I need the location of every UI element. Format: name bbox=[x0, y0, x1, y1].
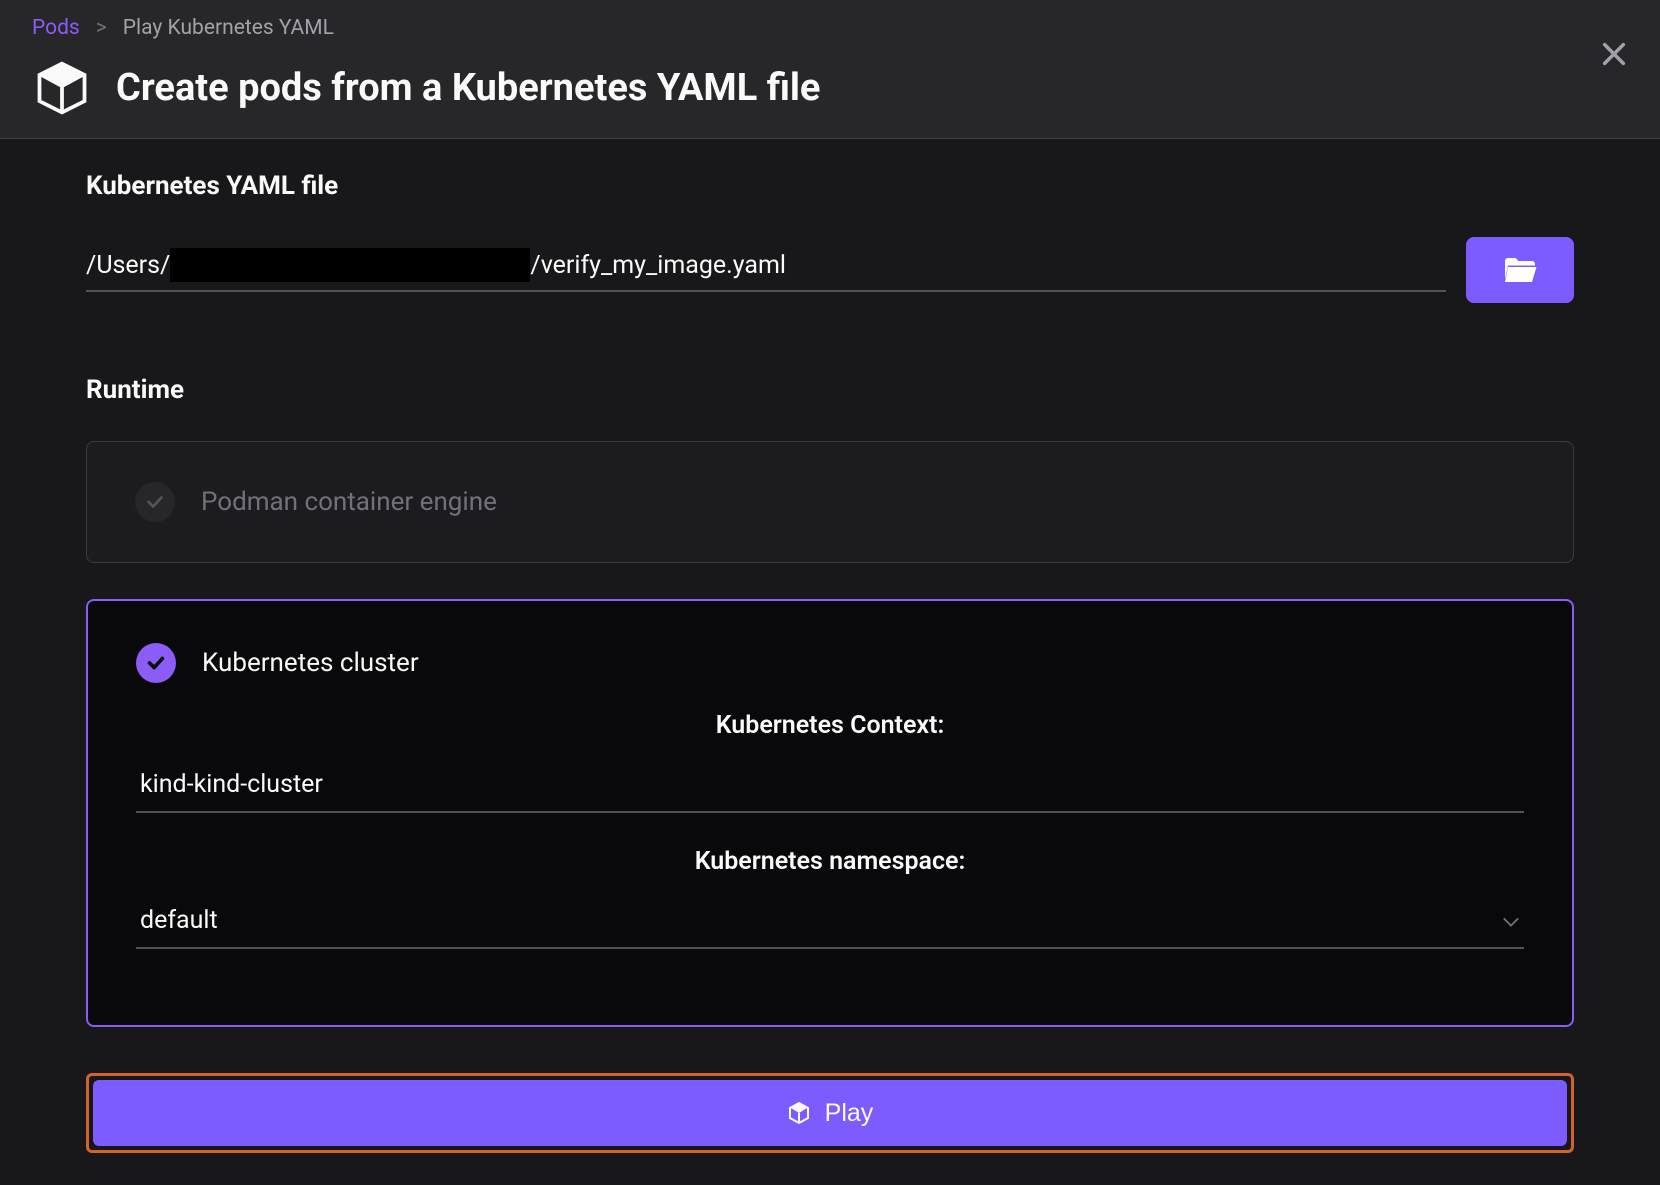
breadcrumb-current: Play Kubernetes YAML bbox=[123, 16, 334, 40]
kubernetes-sub-fields: Kubernetes Context: kind-kind-cluster Ku… bbox=[136, 711, 1524, 949]
yaml-file-input[interactable]: /Users/ /verify_my_image.yaml bbox=[86, 248, 1446, 292]
runtime-label: Runtime bbox=[86, 375, 1574, 405]
podman-option-label: Podman container engine bbox=[201, 487, 497, 517]
yaml-path-prefix: /Users/ bbox=[86, 251, 170, 280]
header-bar: Pods > Play Kubernetes YAML Create pods … bbox=[0, 0, 1660, 139]
play-button-label: Play bbox=[825, 1099, 874, 1128]
play-button-highlight: Play bbox=[86, 1073, 1574, 1153]
folder-open-icon bbox=[1502, 255, 1538, 285]
play-button[interactable]: Play bbox=[93, 1080, 1567, 1146]
breadcrumb: Pods > Play Kubernetes YAML bbox=[32, 16, 1628, 40]
k8s-context-label: Kubernetes Context: bbox=[136, 711, 1524, 740]
check-icon bbox=[145, 652, 167, 674]
breadcrumb-separator: > bbox=[96, 16, 107, 40]
k8s-context-input[interactable]: kind-kind-cluster bbox=[136, 762, 1524, 813]
close-button[interactable] bbox=[1600, 40, 1628, 68]
yaml-path-suffix: /verify_my_image.yaml bbox=[530, 251, 786, 280]
page-title: Create pods from a Kubernetes YAML file bbox=[116, 66, 820, 110]
k8s-namespace-value: default bbox=[140, 906, 218, 935]
check-icon bbox=[144, 491, 166, 513]
kubernetes-option-label: Kubernetes cluster bbox=[202, 648, 419, 678]
content-area: Kubernetes YAML file /Users/ /verify_my_i… bbox=[0, 139, 1660, 1185]
radio-kubernetes[interactable] bbox=[136, 643, 176, 683]
yaml-path-redacted bbox=[170, 248, 530, 282]
runtime-option-podman[interactable]: Podman container engine bbox=[86, 441, 1574, 563]
runtime-option-kubernetes[interactable]: Kubernetes cluster Kubernetes Context: k… bbox=[86, 599, 1574, 1027]
k8s-namespace-select[interactable]: default bbox=[136, 898, 1524, 949]
browse-button[interactable] bbox=[1466, 237, 1574, 303]
breadcrumb-pods-link[interactable]: Pods bbox=[32, 16, 80, 40]
radio-podman[interactable] bbox=[135, 482, 175, 522]
k8s-context-value: kind-kind-cluster bbox=[140, 770, 323, 799]
close-icon bbox=[1600, 40, 1628, 68]
yaml-file-row: /Users/ /verify_my_image.yaml bbox=[86, 237, 1574, 303]
yaml-file-label: Kubernetes YAML file bbox=[86, 171, 1574, 201]
cube-icon bbox=[32, 58, 92, 118]
cube-icon bbox=[787, 1101, 811, 1125]
chevron-down-icon bbox=[1502, 906, 1520, 935]
title-row: Create pods from a Kubernetes YAML file bbox=[32, 58, 1628, 118]
runtime-section: Runtime Podman container engine Kubernet… bbox=[86, 375, 1574, 1153]
k8s-namespace-label: Kubernetes namespace: bbox=[136, 847, 1524, 876]
